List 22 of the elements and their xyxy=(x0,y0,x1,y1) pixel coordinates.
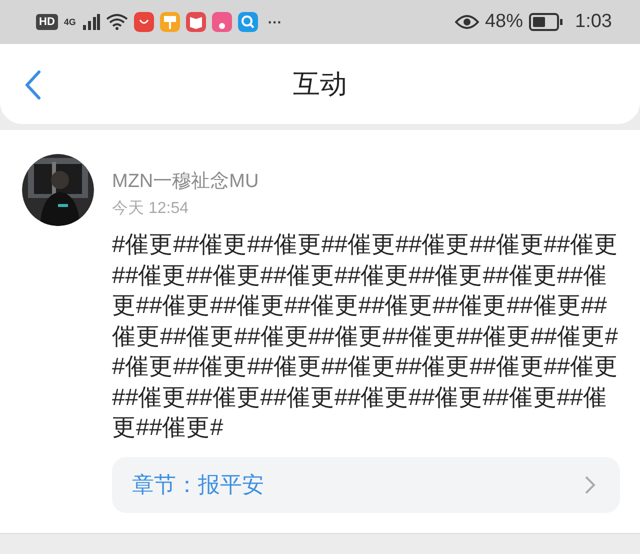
post-time: 今天 12:54 xyxy=(112,199,190,219)
chevron-icon xyxy=(584,474,596,494)
eye-icon xyxy=(454,14,479,30)
post-text: #催更##催更##催更##催更##催更##催更##催更##催更##催更##催更##催更##催更##催更##催更##催更##催更##催更##催更##催更##催更##催更##催更##催更##催更##催更##催更##催更##催更##催更##催更##催更##催更##催更##催更##催更##催更##催更##催更##催更##催更##催更##催更# xyxy=(112,230,619,442)
signal-icon xyxy=(82,14,100,30)
search-icon[interactable] xyxy=(238,12,258,32)
back-icon[interactable] xyxy=(24,70,42,100)
book-icon[interactable] xyxy=(186,12,206,32)
author-name[interactable]: MZN一穆祉念MU xyxy=(112,168,259,194)
wifi-icon xyxy=(106,14,128,30)
clock: 1:03 xyxy=(575,11,612,33)
battery-icon xyxy=(529,13,564,31)
chapter-link[interactable]: 章节：报平安 xyxy=(112,456,620,512)
brush-icon[interactable] xyxy=(160,12,180,32)
app-icon[interactable] xyxy=(212,12,232,32)
battery-percent: 48% xyxy=(484,11,524,33)
network-label: 4G xyxy=(64,18,76,26)
page-title: 互动 xyxy=(293,68,347,101)
more-notifications: ··· xyxy=(268,14,282,30)
hd-badge: HD xyxy=(36,14,58,30)
app-icon[interactable] xyxy=(134,12,154,32)
chapter-label: 章节：报平安 xyxy=(132,470,264,498)
